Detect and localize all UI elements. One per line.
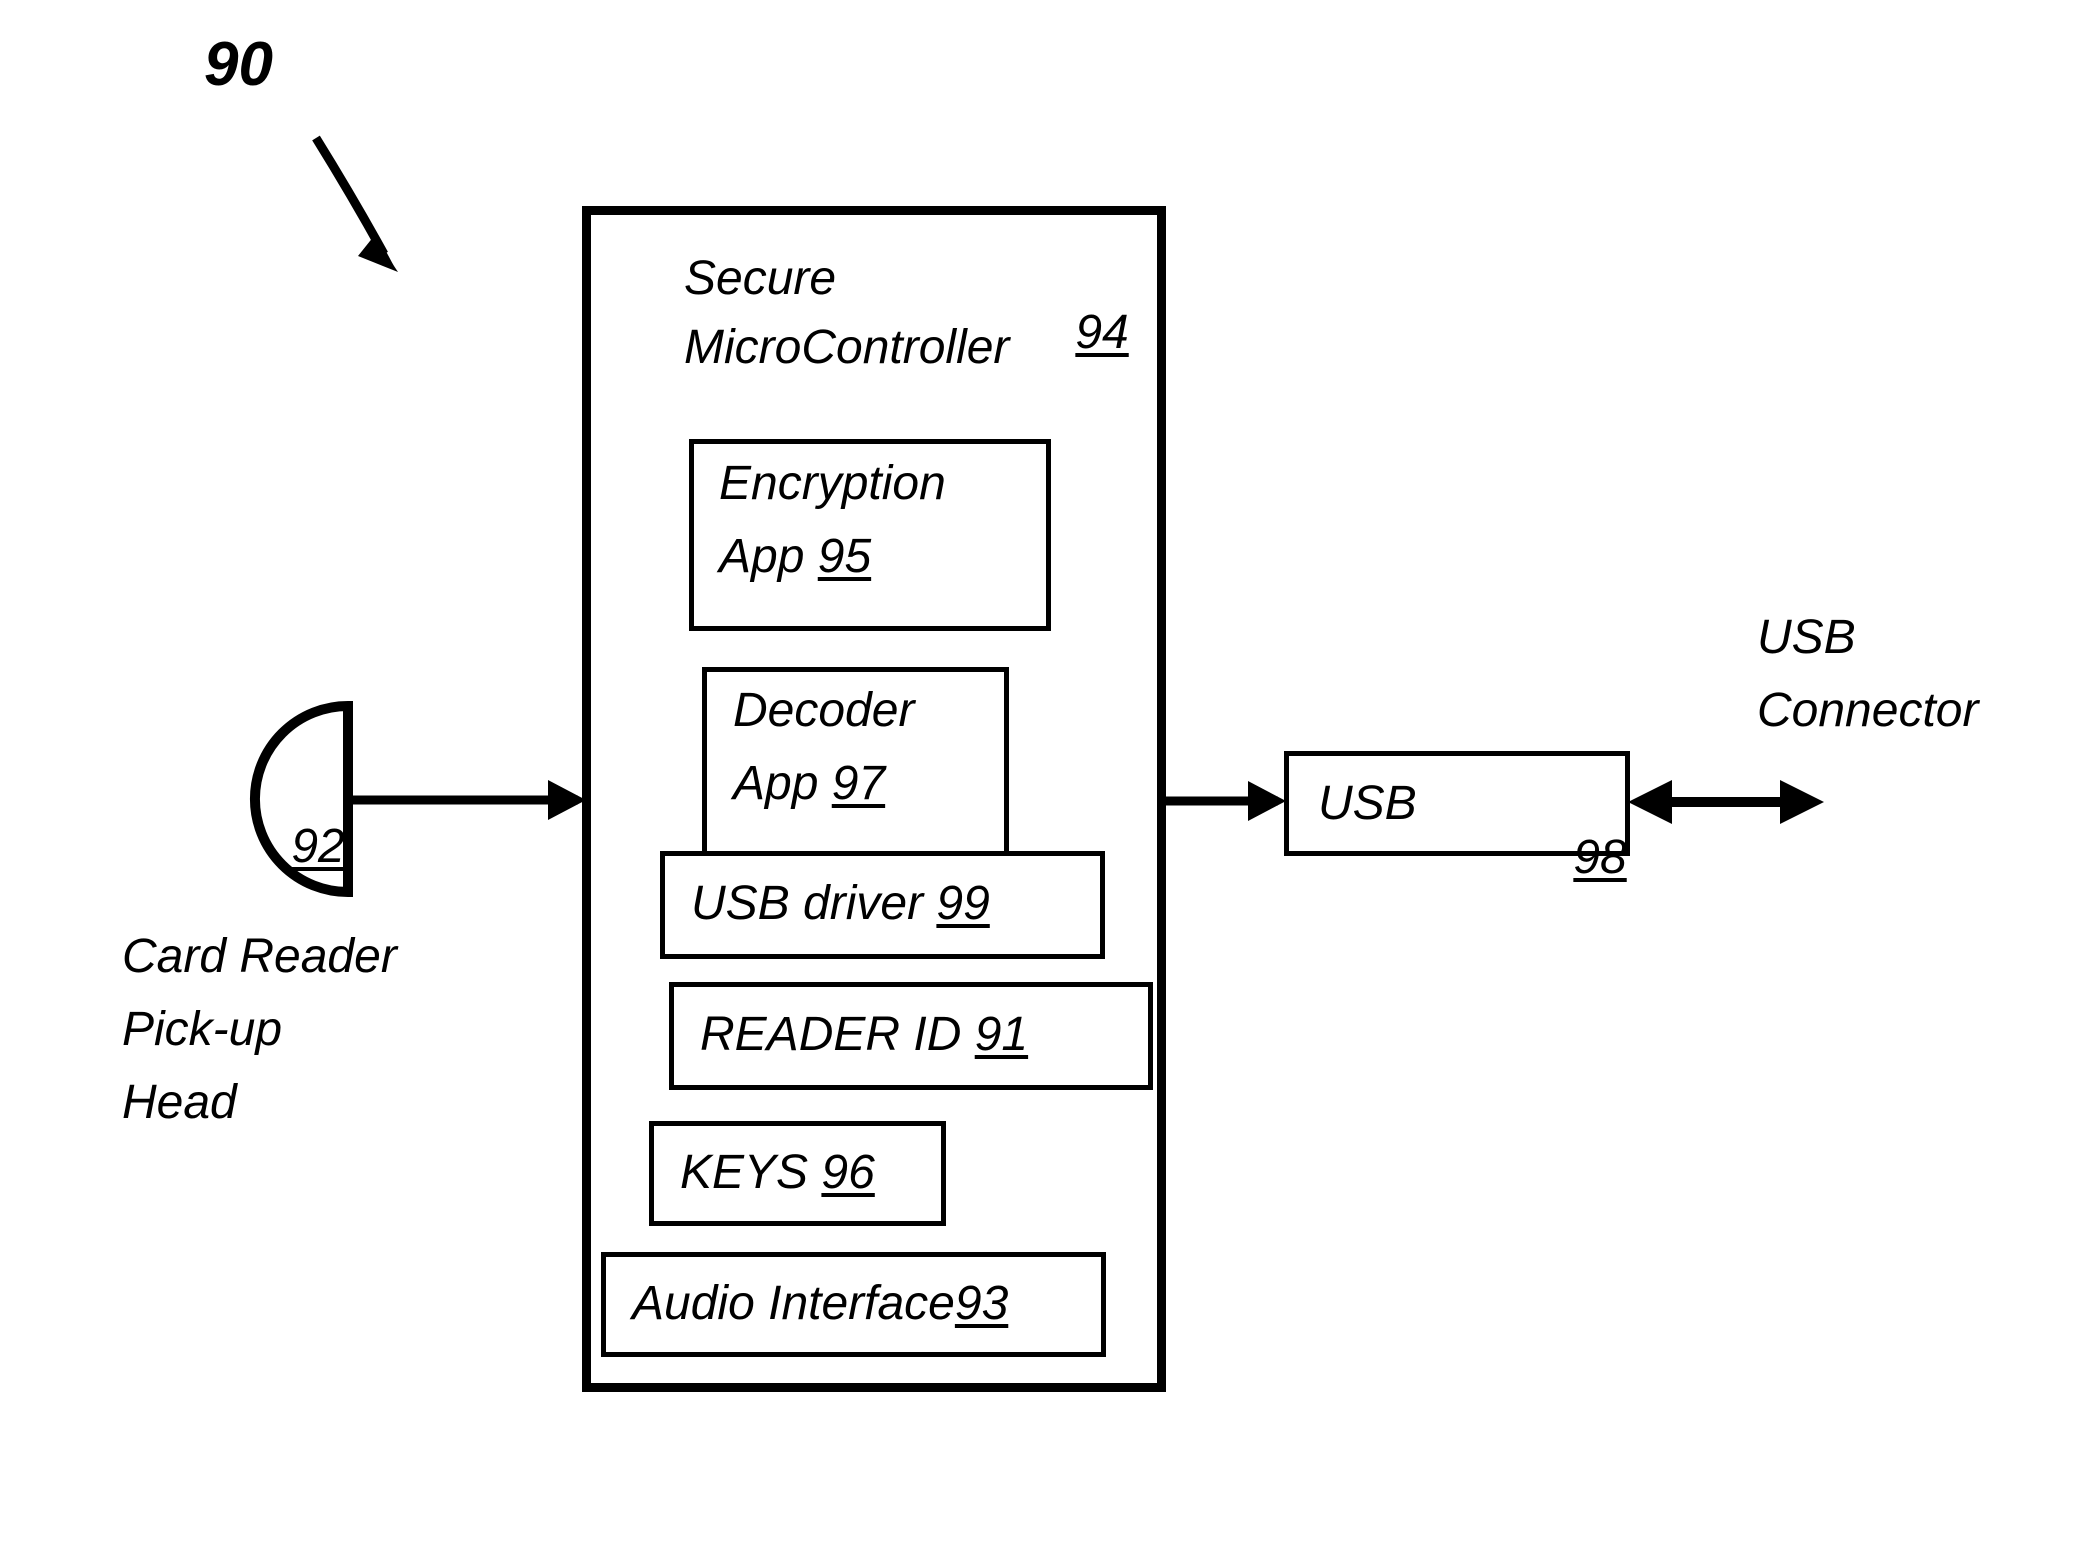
usb-connector-caption-line1: USB	[1757, 611, 1856, 664]
reader-id-ref-number: 91	[974, 1008, 1029, 1061]
patent-figure-canvas: 90 92 Card Reader Pick-up Head Secure Mi…	[0, 0, 2089, 1548]
secure-microcontroller-title-line1: Secure	[684, 252, 837, 305]
encryption-app-ref-number: 95	[817, 530, 872, 583]
arrow-controller-to-usb	[1164, 781, 1286, 821]
usb-driver-ref-number: 99	[936, 877, 990, 930]
usb-driver-label: USB driver 99	[691, 877, 990, 931]
usb-driver-label-text: USB driver	[691, 877, 937, 930]
audio-interface-label-text: Audio Interface	[632, 1277, 955, 1330]
figure-reference-callout: 90	[204, 30, 273, 99]
pickup-head-caption-line3: Head	[122, 1076, 237, 1129]
pickup-head-ref-number: 92	[291, 819, 345, 873]
decoder-app-label-line1: Decoder	[733, 684, 915, 737]
reader-id-label: READER ID 91	[700, 1008, 1028, 1062]
decoder-app-label-line2: App 97	[733, 757, 885, 811]
callout-arrow-90	[312, 135, 398, 272]
usb-block-ref-number: 98	[1573, 830, 1627, 884]
keys-label-text: KEYS	[680, 1146, 822, 1199]
encryption-app-label-line2: App 95	[719, 530, 871, 584]
usb-block-label: USB	[1318, 777, 1417, 830]
encryption-app-label-text: App	[719, 530, 818, 583]
arrow-usb-to-connector-bidirectional	[1628, 780, 1824, 824]
pickup-head-caption-line1: Card Reader	[122, 930, 397, 983]
keys-label: KEYS 96	[680, 1146, 875, 1200]
usb-block-ref-label: 98	[1520, 777, 1627, 938]
encryption-app-label-line1: Encryption	[719, 457, 946, 510]
audio-interface-ref-number: 93	[954, 1277, 1009, 1330]
secure-microcontroller-ref-number: 94	[1075, 305, 1129, 359]
decoder-app-ref-number: 97	[831, 757, 886, 810]
secure-microcontroller-title-line2: MicroController	[684, 321, 1010, 374]
pickup-head-ref-label: 92	[238, 766, 345, 927]
keys-ref-number: 96	[821, 1146, 875, 1199]
audio-interface-label: Audio Interface93	[632, 1277, 1008, 1331]
pickup-head-caption-line2: Pick-up	[122, 1003, 283, 1056]
reader-id-label-text: READER ID	[700, 1008, 975, 1061]
usb-connector-caption-line2: Connector	[1757, 684, 1979, 737]
secure-microcontroller-ref-label: 94	[1022, 252, 1129, 413]
decoder-app-label-text: App	[733, 757, 832, 810]
arrow-pickup-to-controller	[350, 780, 586, 820]
